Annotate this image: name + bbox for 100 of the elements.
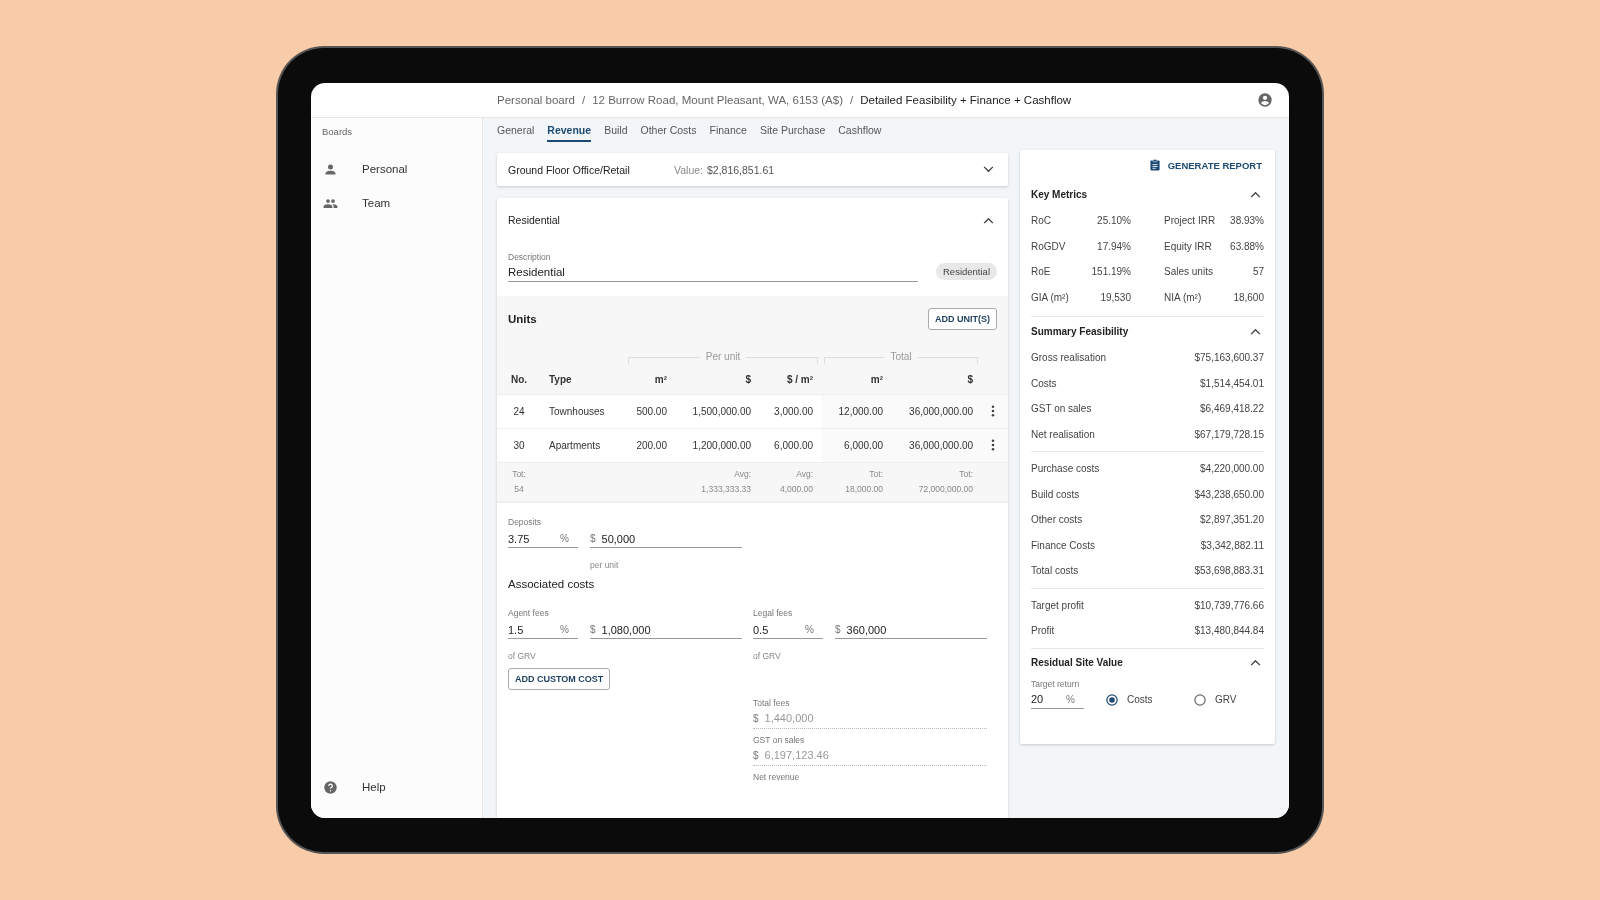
table-cell: Townhouses xyxy=(545,394,625,429)
tab[interactable]: Other Costs xyxy=(640,118,697,142)
tab[interactable]: Cashflow xyxy=(838,118,882,142)
radio-option[interactable]: Costs xyxy=(1106,693,1172,706)
total-value: 4,000.00 xyxy=(778,483,814,496)
summary-label: Build costs xyxy=(1031,488,1080,500)
field-hint: of GRV xyxy=(508,651,536,661)
summary-label: Finance Costs xyxy=(1031,539,1095,551)
field-label: Agent fees xyxy=(508,608,550,618)
summary-value: $13,480,844.84 xyxy=(1194,625,1264,637)
summary-label: Gross realisation xyxy=(1031,352,1107,364)
chevron-up-icon[interactable] xyxy=(983,216,994,224)
column-header: $ / m² xyxy=(759,364,822,395)
metric-label: Project IRR xyxy=(1164,215,1216,227)
clipboard-icon xyxy=(1149,159,1160,171)
summary-label: Other costs xyxy=(1031,514,1083,526)
metric-label: RoGDV xyxy=(1031,240,1066,252)
table-cell: 36,000,000.00 xyxy=(891,394,982,429)
sidebar-heading: Boards xyxy=(322,126,354,137)
column-header: m² xyxy=(625,364,675,395)
percent-field[interactable]: 1.5 % xyxy=(508,621,578,639)
chevron-down-icon[interactable] xyxy=(983,166,994,173)
chevron-up-icon[interactable] xyxy=(1250,327,1261,335)
chevron-up-icon[interactable] xyxy=(1250,190,1261,198)
amount-field[interactable]: $ 1,080,000 xyxy=(590,621,742,639)
add-custom-cost-button[interactable]: ADD CUSTOM COST xyxy=(508,668,611,690)
category-chip: Residential xyxy=(936,263,997,280)
tab[interactable]: Finance xyxy=(709,118,747,142)
breadcrumb-link[interactable]: Personal board xyxy=(497,94,575,106)
column-header: $ xyxy=(675,364,759,395)
percent-field[interactable]: 20 % xyxy=(1031,690,1084,709)
field-label: Total fees xyxy=(753,698,791,708)
summary-value: $67,179,728.15 xyxy=(1194,428,1264,440)
section-card[interactable]: Ground Floor Office/Retail Value: $2,816,851.61 xyxy=(497,153,1008,186)
table-cell: 12,000.00 xyxy=(821,394,892,429)
summary-value: $2,897,351.20 xyxy=(1200,514,1264,526)
readonly-field: $ 6,197,123.46 xyxy=(753,745,987,766)
panel-heading: Key Metrics xyxy=(1031,188,1088,200)
tab[interactable]: Revenue xyxy=(547,118,592,142)
total-value: 54 xyxy=(513,483,525,496)
generate-report-button[interactable]: GENERATE REPORT xyxy=(1149,159,1264,171)
metric-label: Equity IRR xyxy=(1164,240,1212,252)
total-value: 72,000,000.00 xyxy=(917,483,974,496)
sidebar-item[interactable]: Personal xyxy=(362,163,408,175)
value-label: Value: xyxy=(674,163,703,176)
table-cell: 24 xyxy=(497,394,545,429)
metric-value: 38.93% xyxy=(1230,215,1264,227)
help-icon[interactable] xyxy=(323,779,338,795)
tab[interactable]: Build xyxy=(604,118,628,142)
readonly-field: $ 1,440,000 xyxy=(753,708,987,729)
more-options-icon[interactable] xyxy=(990,438,995,451)
summary-value: $43,238,650.00 xyxy=(1194,488,1264,500)
table-cell: 3,000.00 xyxy=(759,394,822,429)
account-icon[interactable] xyxy=(1257,92,1273,108)
summary-value: $1,514,454.01 xyxy=(1200,377,1264,389)
field-label: Deposits xyxy=(508,517,543,527)
table-cell: 6,000.00 xyxy=(759,428,822,463)
total-label: Avg: xyxy=(795,468,814,481)
summary-value: $10,739,776.66 xyxy=(1194,599,1264,611)
panel-heading: Summary Feasibility xyxy=(1031,325,1129,337)
summary-label: Target profit xyxy=(1031,599,1084,611)
summary-label: Total costs xyxy=(1031,565,1079,577)
field-label: Target return xyxy=(1031,678,1081,689)
radio-empty-icon[interactable] xyxy=(1194,693,1206,706)
tab[interactable]: General xyxy=(497,118,535,142)
total-label: Tot: xyxy=(868,468,884,481)
table-cell: 6,000.00 xyxy=(821,428,892,463)
metric-label: RoC xyxy=(1031,215,1051,227)
breadcrumb-link[interactable]: 12 Burrow Road, Mount Pleasant, WA, 6153 (A$) xyxy=(592,94,843,106)
breadcrumb-separator: / xyxy=(850,94,854,106)
amount-field[interactable]: $ 50,000 xyxy=(590,530,742,548)
help-link[interactable]: Help xyxy=(362,781,386,793)
percent-field[interactable]: 3.75 % xyxy=(508,530,578,548)
sidebar-item[interactable]: Team xyxy=(362,197,391,209)
column-header: No. xyxy=(497,364,545,395)
table-cell: 30 xyxy=(497,428,545,463)
summary-label: GST on sales xyxy=(1031,403,1092,415)
tab[interactable]: Site Purchase xyxy=(759,118,826,142)
summary-value: $3,342,882.11 xyxy=(1200,539,1264,551)
chevron-up-icon[interactable] xyxy=(1250,659,1261,666)
metric-value: 57 xyxy=(1252,266,1264,278)
section-subtitle: Associated costs xyxy=(508,578,596,590)
radio-selected-icon[interactable] xyxy=(1106,693,1118,706)
description-field[interactable]: Description Residential xyxy=(508,248,918,282)
table-cell: 36,000,000.00 xyxy=(891,428,982,463)
units-heading: Units xyxy=(508,313,537,325)
metric-value: 151.19% xyxy=(1091,266,1131,278)
metric-value: 19,530 xyxy=(1100,291,1131,303)
add-units-button[interactable]: ADD UNIT(S) xyxy=(928,308,997,330)
more-options-icon[interactable] xyxy=(990,404,995,417)
radio-option[interactable]: GRV xyxy=(1194,693,1260,706)
total-value: 1,333,333.33 xyxy=(700,483,751,496)
breadcrumb-link[interactable]: Detailed Feasibility + Finance + Cashflow xyxy=(860,94,1072,106)
amount-field[interactable]: $ 360,000 xyxy=(835,621,987,639)
table-cell: 500.00 xyxy=(625,394,675,429)
percent-field[interactable]: 0.5 % xyxy=(753,621,823,639)
table-cell: 1,200,000.00 xyxy=(675,428,759,463)
summary-label: Costs xyxy=(1031,377,1057,389)
column-header: Type xyxy=(545,364,625,395)
summary-value: $75,163,600.37 xyxy=(1194,352,1264,364)
